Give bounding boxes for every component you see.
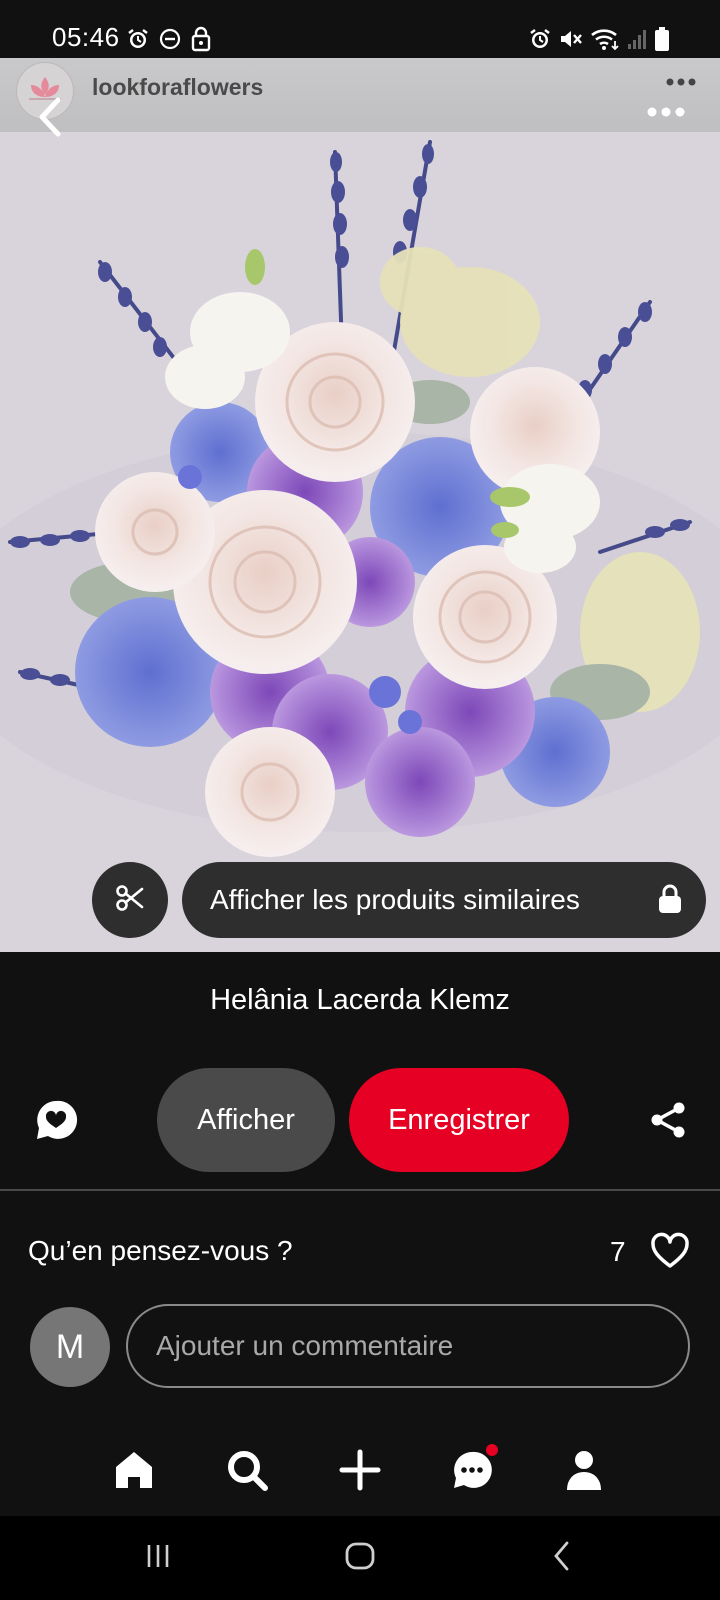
visual-search-button[interactable]	[92, 862, 168, 938]
pin-image[interactable]: Afficher les produits similaires	[0, 132, 720, 952]
bouquet-illustration	[0, 132, 720, 952]
lock-status-icon	[190, 26, 212, 52]
mute-icon	[558, 27, 584, 51]
user-avatar[interactable]: M	[30, 1307, 110, 1387]
battery-icon	[654, 26, 670, 52]
more-horizontal-icon	[642, 107, 690, 130]
alarm-icon	[528, 27, 552, 51]
back-button[interactable]	[30, 94, 70, 140]
do-not-disturb-icon	[158, 27, 182, 51]
more-options-button[interactable]	[642, 98, 690, 126]
system-back-button[interactable]	[540, 1538, 584, 1578]
status-left-icons	[126, 24, 212, 54]
home-circle-icon	[344, 1540, 376, 1577]
recent-apps-icon	[143, 1542, 173, 1575]
pin-author[interactable]: Helânia Lacerda Klemz	[0, 984, 720, 1017]
search-icon	[225, 1448, 269, 1497]
nav-create[interactable]	[330, 1442, 390, 1502]
system-nav-bar	[0, 1516, 720, 1600]
save-button[interactable]: Enregistrer	[349, 1068, 569, 1172]
view-button[interactable]: Afficher	[157, 1068, 335, 1172]
profile-icon	[564, 1449, 604, 1496]
account-name[interactable]: lookforaflowers	[92, 74, 263, 101]
home-button[interactable]	[338, 1538, 382, 1578]
signal-icon	[626, 27, 648, 51]
scissors-icon	[115, 883, 145, 918]
alarm-icon	[126, 27, 150, 51]
status-time: 05:46	[52, 22, 120, 52]
chevron-left-icon	[30, 97, 70, 144]
heart-outline-icon	[650, 1232, 690, 1274]
wifi-icon	[590, 27, 620, 51]
status-bar: 05:46	[0, 0, 720, 58]
share-button[interactable]	[648, 1100, 688, 1140]
chevron-left-icon	[550, 1540, 574, 1577]
plus-icon	[339, 1449, 381, 1496]
like-button[interactable]	[650, 1232, 690, 1270]
bottom-nav	[0, 1430, 720, 1516]
like-count: 7	[610, 1236, 626, 1267]
share-icon	[648, 1102, 688, 1144]
pin-detail-screen: 05:46 Afficher les produits similaires l…	[0, 0, 720, 1600]
nav-home[interactable]	[104, 1442, 164, 1502]
pin-header: lookforaflowers	[0, 58, 720, 137]
home-icon	[113, 1449, 155, 1496]
nav-profile[interactable]	[554, 1442, 614, 1502]
comment-button[interactable]	[34, 1098, 78, 1142]
comment-bubble-icon	[34, 1100, 78, 1146]
status-right-icons	[528, 24, 670, 54]
comment-input[interactable]	[126, 1304, 690, 1388]
notification-dot	[486, 1444, 498, 1456]
similar-products-label: Afficher les produits similaires	[210, 884, 580, 915]
lock-icon	[656, 882, 684, 921]
comments-title: Qu’en pensez-vous ?	[28, 1235, 293, 1266]
recent-apps-button[interactable]	[136, 1538, 180, 1578]
more-horizontal-icon	[666, 74, 696, 92]
divider	[0, 1189, 720, 1191]
similar-products-button[interactable]: Afficher les produits similaires	[182, 862, 706, 938]
messages-icon	[451, 1449, 493, 1496]
nav-search[interactable]	[217, 1442, 277, 1502]
